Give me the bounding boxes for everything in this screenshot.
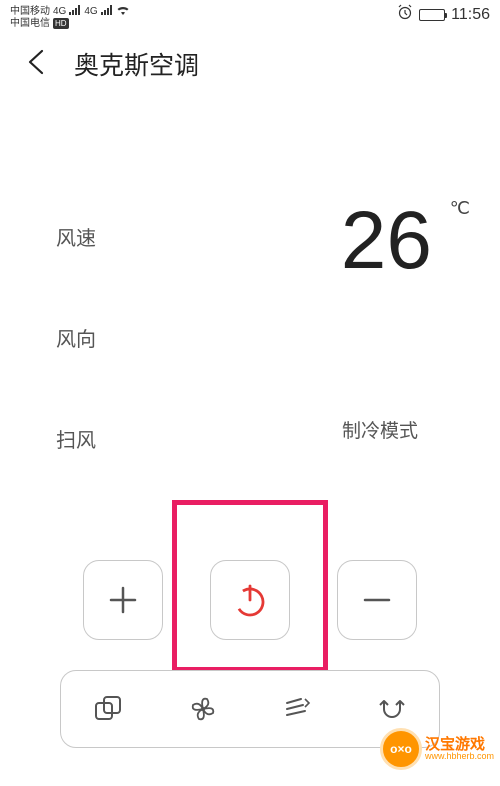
fan-button[interactable] bbox=[185, 691, 221, 727]
status-bar: 中国移动 4G 4G 中国电信 HD 11:56 bbox=[0, 0, 500, 26]
status-left: 中国移动 4G 4G 中国电信 HD bbox=[10, 4, 130, 29]
rotate-button[interactable] bbox=[374, 691, 410, 727]
power-button[interactable] bbox=[210, 560, 290, 640]
main-panel: 风速 风向 扫风 ℃ 26 制冷模式 bbox=[0, 100, 500, 480]
hd-badge: HD bbox=[53, 18, 69, 29]
battery-icon bbox=[419, 9, 445, 21]
watermark: o×o 汉宝游戏 www.hbherb.com bbox=[380, 728, 494, 770]
signal-4g-icon: 4G bbox=[53, 6, 66, 17]
temp-up-button[interactable] bbox=[83, 560, 163, 640]
temperature-value: 26 bbox=[341, 200, 432, 282]
signal-strength-icon bbox=[69, 5, 81, 18]
signal-4g-icon-2: 4G bbox=[84, 6, 97, 17]
wind-direction-label[interactable]: 风向 bbox=[56, 323, 96, 352]
status-right: 11:56 bbox=[397, 4, 490, 25]
alarm-icon bbox=[397, 4, 413, 25]
temp-down-button[interactable] bbox=[337, 560, 417, 640]
watermark-title: 汉宝游戏 bbox=[425, 737, 494, 752]
temperature-display: ℃ 26 bbox=[341, 200, 432, 282]
page-title: 奥克斯空调 bbox=[74, 46, 199, 82]
carrier-1: 中国移动 bbox=[10, 6, 50, 17]
mode-label: 制冷模式 bbox=[342, 416, 418, 443]
watermark-url: www.hbherb.com bbox=[425, 752, 494, 761]
signal-strength-icon-2 bbox=[101, 5, 113, 18]
wifi-icon bbox=[116, 4, 130, 18]
app-header: 奥克斯空调 bbox=[0, 26, 500, 100]
swing-button[interactable] bbox=[279, 691, 315, 727]
status-time: 11:56 bbox=[451, 6, 490, 24]
mode-button[interactable] bbox=[90, 691, 126, 727]
control-row bbox=[0, 560, 500, 640]
swing-label[interactable]: 扫风 bbox=[56, 424, 96, 453]
back-button[interactable] bbox=[22, 47, 52, 82]
carrier-2: 中国电信 bbox=[10, 18, 50, 29]
wind-speed-label[interactable]: 风速 bbox=[56, 222, 96, 251]
temperature-unit: ℃ bbox=[450, 198, 470, 219]
watermark-icon: o×o bbox=[380, 728, 422, 770]
